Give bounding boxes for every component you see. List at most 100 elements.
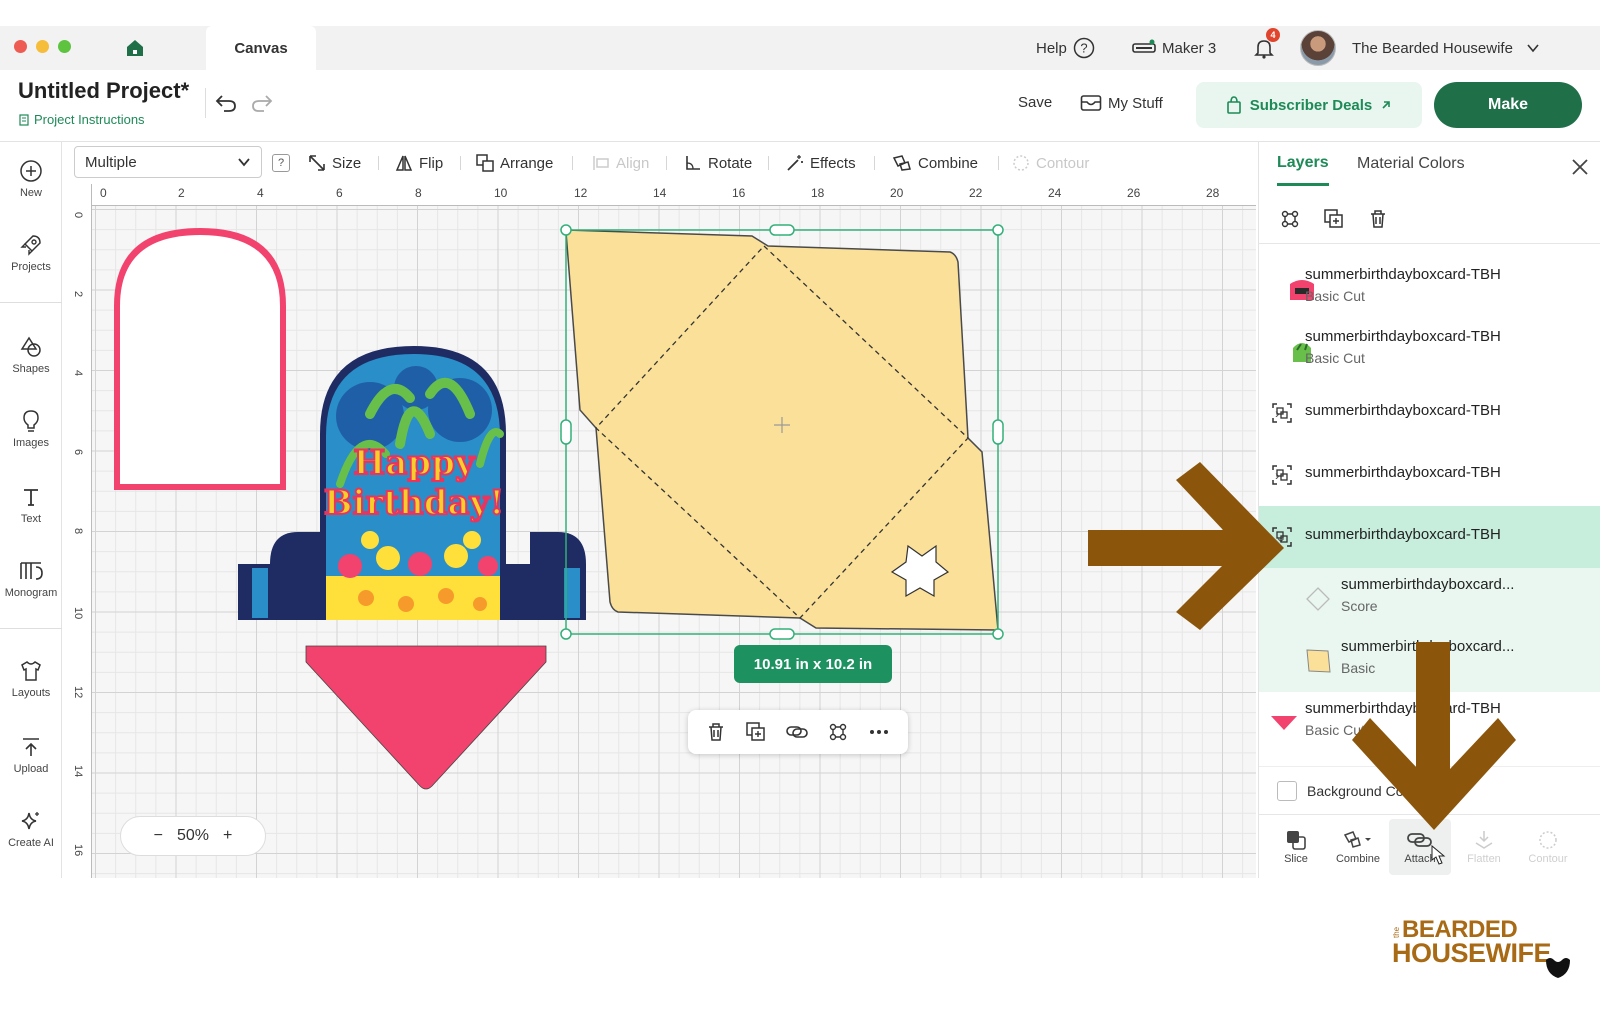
sidebar-item-upload[interactable]: Upload [0, 722, 62, 788]
rocket-icon [20, 235, 41, 256]
help-button[interactable]: Help ? [1036, 26, 1095, 70]
canvas-tab[interactable]: Canvas [206, 26, 316, 70]
project-title[interactable]: Untitled Project* [18, 78, 189, 104]
user-menu[interactable]: The Bearded Housewife [1300, 26, 1541, 70]
rotate-button[interactable]: Rotate [684, 142, 752, 184]
resize-handle[interactable] [992, 419, 1004, 445]
attach-button[interactable]: Attach [1389, 819, 1451, 875]
layer-row[interactable]: summerbirthdayboxcard... Score [1259, 568, 1600, 630]
save-button[interactable]: Save [1018, 94, 1052, 111]
sidebar-item-text[interactable]: Text [0, 472, 62, 538]
divider [998, 156, 999, 170]
layer-group-row[interactable]: › summerbirthdayboxcard-TBH [1259, 444, 1600, 506]
trash-icon[interactable] [705, 721, 727, 743]
maximize-window-button[interactable] [58, 40, 71, 53]
envelope-shape[interactable] [565, 229, 999, 631]
tab-layers[interactable]: Layers [1277, 142, 1329, 186]
combine-label: Combine [1335, 853, 1381, 865]
arrange-button[interactable]: Arrange [476, 142, 553, 184]
sidebar-item-projects[interactable]: Projects [0, 220, 62, 286]
my-stuff-label: My Stuff [1108, 94, 1163, 112]
divider [0, 628, 62, 629]
watermark-logo: the BEARDED HOUSEWIFE [1392, 916, 1572, 986]
layer-group-row[interactable]: › summerbirthdayboxcard-TBH [1259, 382, 1600, 444]
effects-label: Effects [810, 154, 856, 172]
size-indicator-badge: 10.91 in x 10.2 in [734, 645, 892, 683]
flip-button[interactable]: Flip [395, 142, 443, 184]
effects-button[interactable]: Effects [786, 142, 856, 184]
text-icon [24, 489, 38, 506]
resize-handle[interactable] [992, 224, 1004, 236]
resize-handle[interactable] [560, 224, 572, 236]
subscriber-deals-button[interactable]: Subscriber Deals [1196, 82, 1422, 128]
background-color-row[interactable]: Background Color [1259, 766, 1600, 814]
notifications-button[interactable]: 4 [1252, 26, 1280, 70]
resize-handle[interactable] [560, 628, 572, 640]
sidebar-item-shapes[interactable]: Shapes [0, 322, 62, 388]
trash-icon[interactable] [1367, 208, 1389, 230]
sidebar-item-images[interactable]: Images [0, 396, 62, 462]
canvas-artwork: Happy Birthday! [114, 224, 1004, 790]
pink-arch-shape[interactable] [114, 228, 286, 490]
background-color-swatch[interactable] [1277, 781, 1297, 801]
pink-triangle-shape[interactable] [305, 645, 547, 790]
home-tab[interactable] [120, 34, 150, 62]
resize-handle[interactable] [769, 628, 795, 640]
sidebar-item-layouts[interactable]: Layouts [0, 646, 62, 712]
attach-label: Attach [1404, 853, 1436, 865]
layer-row[interactable]: summerbirthdayboxcard... Basic [1259, 630, 1600, 692]
project-instructions-link[interactable]: Project Instructions [18, 112, 145, 127]
tshirt-icon [21, 661, 41, 681]
flatten-icon [1475, 831, 1493, 849]
minimize-window-button[interactable] [36, 40, 49, 53]
close-icon[interactable] [1571, 158, 1589, 176]
group-icon[interactable] [827, 721, 849, 743]
duplicate-icon[interactable] [1323, 208, 1345, 230]
design-canvas[interactable]: 0 2 4 6 8 10 12 14 16 18 20 22 24 26 28 … [70, 184, 1256, 878]
layer-operation: Basic Cut [1305, 722, 1365, 738]
tab-material-colors[interactable]: Material Colors [1357, 142, 1465, 186]
plus-circle-icon [20, 160, 42, 182]
close-window-button[interactable] [14, 40, 27, 53]
sidebar-item-new[interactable]: New [0, 146, 62, 212]
operation-dropdown[interactable]: Multiple [74, 146, 262, 178]
contour-bottom-button[interactable]: Contour [1517, 819, 1579, 875]
layer-name: summerbirthdayboxcard-TBH [1305, 402, 1501, 419]
contour-button[interactable]: Contour [1012, 142, 1089, 184]
machine-selector[interactable]: Maker 3 [1132, 26, 1216, 70]
my-stuff-button[interactable]: My Stuff [1080, 94, 1163, 112]
layer-row[interactable]: summerbirthdayboxcard-TBH Basic Cut [1259, 320, 1600, 382]
zoom-out-button[interactable]: − [154, 827, 163, 845]
more-icon[interactable] [867, 721, 891, 743]
flatten-button[interactable]: Flatten [1453, 819, 1515, 875]
make-button[interactable]: Make [1434, 82, 1582, 128]
attach-icon[interactable] [785, 721, 809, 743]
zoom-in-button[interactable]: + [223, 827, 232, 845]
operation-help-button[interactable]: ? [272, 154, 290, 172]
save-label: Save [1018, 94, 1053, 111]
size-button[interactable]: Size [308, 142, 361, 184]
group-icon[interactable] [1279, 208, 1301, 230]
redo-icon[interactable] [250, 92, 274, 114]
slice-label: Slice [1284, 853, 1308, 865]
resize-handle[interactable] [560, 419, 572, 445]
zoom-level: 50% [176, 827, 210, 844]
divider [205, 88, 206, 118]
sidebar-item-create-ai[interactable]: Create AI [0, 796, 62, 862]
layer-group-row-selected[interactable]: ⌄ summerbirthdayboxcard-TBH [1259, 506, 1600, 568]
undo-icon[interactable] [214, 92, 238, 114]
arrange-label: Arrange [500, 154, 554, 172]
duplicate-icon[interactable] [745, 721, 767, 743]
resize-handle[interactable] [992, 628, 1004, 640]
combine-menu-button[interactable]: Combine [1327, 819, 1389, 875]
combine-button[interactable]: Combine [892, 142, 978, 184]
layer-row[interactable]: summerbirthdayboxcard-TBH Basic Cut [1259, 258, 1600, 320]
align-button[interactable]: Align [592, 142, 649, 184]
layer-row[interactable]: summerbirthdayboxcard-TBH Basic Cut [1259, 692, 1600, 754]
resize-handle[interactable] [769, 224, 795, 236]
sidebar-item-monogram[interactable]: Monogram [0, 546, 62, 612]
subscriber-deals-label: Subscriber Deals [1249, 96, 1373, 114]
external-link-icon [1382, 101, 1391, 109]
slice-button[interactable]: Slice [1265, 819, 1327, 875]
sidebar-item-label: Images [12, 437, 50, 449]
